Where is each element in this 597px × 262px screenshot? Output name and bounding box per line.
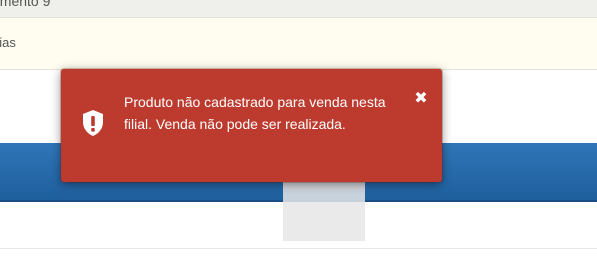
info-row: pias	[0, 18, 597, 70]
close-icon[interactable]: ✖	[413, 91, 429, 107]
error-toast: Produto não cadastrado para venda nesta …	[61, 69, 442, 182]
toast-message: Produto não cadastrado para venda nesta …	[124, 94, 386, 132]
top-bar: amento 9	[0, 0, 597, 18]
shield-alert-icon	[83, 110, 103, 136]
info-text: pias	[0, 35, 16, 50]
page-heading: amento 9	[0, 0, 51, 9]
row-divider	[0, 248, 597, 249]
